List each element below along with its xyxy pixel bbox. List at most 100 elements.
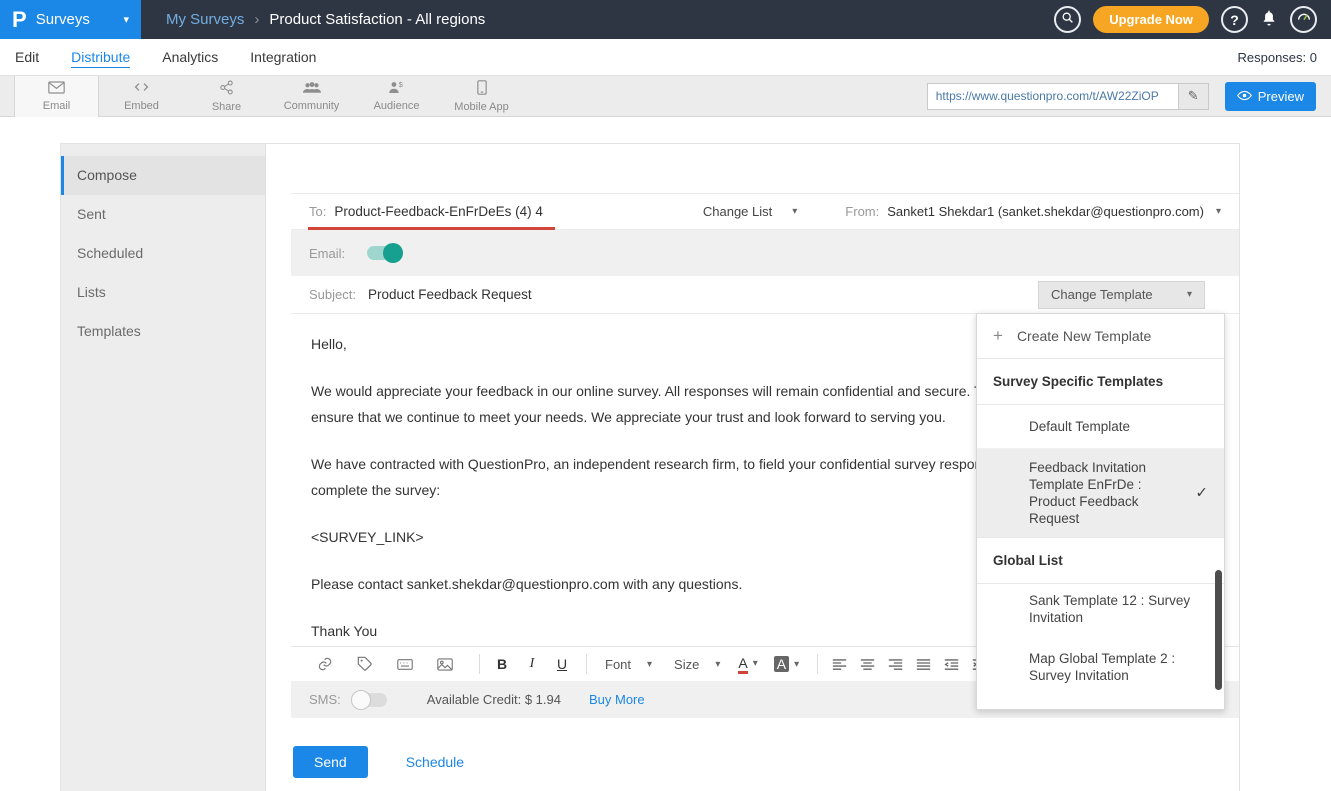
preview-button[interactable]: Preview [1225, 82, 1316, 111]
send-button[interactable]: Send [293, 746, 368, 778]
dropdown-scrollbar-thumb[interactable] [1215, 570, 1222, 690]
to-list-selector[interactable]: To: Product-Feedback-EnFrDeEs (4) 4 [309, 194, 543, 229]
share-icon [219, 80, 234, 98]
survey-url-box: ✎ [927, 83, 1209, 110]
create-new-template-item[interactable]: + Create New Template [977, 314, 1224, 359]
channel-tab-email[interactable]: Email [14, 76, 99, 117]
template-item-feedback-invitation[interactable]: Feedback Invitation Template EnFrDe : Pr… [977, 449, 1224, 537]
tab-edit[interactable]: Edit [15, 47, 39, 68]
subject-label: Subject: [309, 287, 356, 302]
email-toggle[interactable] [367, 246, 401, 260]
sidebar-item-compose[interactable]: Compose [61, 156, 265, 195]
embed-code-icon [133, 80, 150, 97]
bold-button[interactable]: B [494, 656, 510, 672]
global-list-header: Global List [977, 537, 1224, 584]
email-toggle-label: Email: [309, 246, 355, 261]
font-family-select[interactable]: Font ▾ [605, 657, 652, 672]
tab-integration[interactable]: Integration [250, 47, 316, 68]
channel-tab-share[interactable]: Share [184, 76, 269, 117]
from-label: From: [845, 204, 879, 219]
email-toggle-row: Email: [291, 230, 1239, 276]
channel-tab-community[interactable]: Community [269, 76, 354, 117]
from-value: Sanket1 Shekdar1 (sanket.shekdar@questio… [887, 204, 1204, 219]
upgrade-now-button[interactable]: Upgrade Now [1093, 6, 1209, 33]
topbar-actions: Upgrade Now ? [1054, 6, 1331, 33]
to-label: To: [309, 204, 326, 219]
eye-icon [1237, 89, 1252, 104]
background-color-button[interactable]: A ▾ [774, 656, 799, 672]
sidebar-item-lists[interactable]: Lists [61, 273, 265, 312]
underline-button[interactable]: U [554, 656, 570, 672]
chevron-down-icon: ▾ [753, 658, 758, 669]
toolbar-divider [817, 654, 818, 674]
chevron-down-icon: ▾ [794, 659, 799, 670]
responses-count: Responses: 0 [1238, 50, 1318, 65]
usage-meter-button[interactable] [1290, 6, 1317, 33]
search-button[interactable] [1054, 6, 1081, 33]
chevron-down-icon: ▾ [647, 659, 652, 670]
survey-templates-header: Survey Specific Templates [977, 359, 1224, 405]
outdent-button[interactable] [944, 658, 959, 671]
product-switcher[interactable]: P Surveys ▾ [0, 0, 141, 39]
sidebar-item-scheduled[interactable]: Scheduled [61, 234, 265, 273]
notifications-button[interactable] [1260, 9, 1278, 30]
chevron-down-icon: ▾ [123, 13, 129, 26]
top-bar: P Surveys ▾ My Surveys › Product Satisfa… [0, 0, 1331, 39]
search-icon [1061, 11, 1074, 29]
font-size-select[interactable]: Size ▾ [674, 657, 720, 672]
insert-tag-button[interactable] [357, 656, 373, 672]
align-right-button[interactable] [888, 658, 903, 671]
merge-field-button[interactable] [397, 658, 413, 671]
template-item-sank-12[interactable]: Sank Template 12 : Survey Invitation [977, 584, 1224, 634]
template-item-test-global[interactable]: Test Global Test G : Test PAA G [977, 700, 1224, 710]
insert-link-button[interactable] [317, 656, 333, 672]
sms-toggle[interactable] [353, 693, 387, 707]
pencil-icon: ✎ [1188, 88, 1199, 104]
align-justify-button[interactable] [916, 658, 931, 671]
sidebar-item-templates[interactable]: Templates [61, 312, 265, 351]
italic-button[interactable]: I [524, 656, 540, 672]
distribute-channel-bar: Email Embed Share Community $ Audience [0, 76, 1331, 117]
schedule-link[interactable]: Schedule [406, 754, 464, 770]
chevron-down-icon: ▾ [1187, 289, 1192, 300]
email-sidebar: Compose Sent Scheduled Lists Templates [61, 144, 266, 791]
template-item-default[interactable]: Default Template [977, 405, 1224, 449]
tab-distribute[interactable]: Distribute [71, 47, 130, 68]
channel-tab-mobile-app[interactable]: Mobile App [439, 76, 524, 117]
align-left-button[interactable] [832, 658, 847, 671]
recipient-row: To: Product-Feedback-EnFrDeEs (4) 4 Chan… [291, 193, 1239, 230]
questionpro-logo: P [12, 7, 27, 33]
sidebar-item-sent[interactable]: Sent [61, 195, 265, 234]
help-button[interactable]: ? [1221, 6, 1248, 33]
edit-url-button[interactable]: ✎ [1178, 84, 1208, 109]
plus-icon: + [993, 329, 1003, 343]
from-selector[interactable]: From: Sanket1 Shekdar1 (sanket.shekdar@q… [845, 204, 1221, 219]
text-color-button[interactable]: A ▾ [738, 655, 757, 674]
subject-row: Subject: Product Feedback Request Change… [291, 276, 1239, 314]
buy-more-link[interactable]: Buy More [589, 692, 645, 707]
breadcrumb: My Surveys › Product Satisfaction - All … [166, 11, 485, 28]
template-item-map-global-2[interactable]: Map Global Template 2 : Survey Invitatio… [977, 642, 1224, 692]
available-credit: Available Credit: $ 1.94 [427, 692, 561, 707]
breadcrumb-separator-icon: › [254, 11, 259, 28]
subject-input[interactable]: Product Feedback Request [368, 287, 532, 302]
page-title: Product Satisfaction - All regions [269, 11, 485, 28]
chevron-down-icon: ▾ [1216, 206, 1221, 217]
tab-analytics[interactable]: Analytics [162, 47, 218, 68]
breadcrumb-my-surveys[interactable]: My Surveys [166, 11, 244, 28]
survey-nav-tabs: Edit Distribute Analytics Integration [15, 47, 316, 68]
insert-image-button[interactable] [437, 658, 453, 671]
survey-url-input[interactable] [928, 84, 1178, 109]
change-template-button[interactable]: Change Template ▾ [1038, 281, 1205, 309]
compose-actions: Send Schedule [291, 746, 1239, 778]
survey-link-tools: ✎ Preview [927, 82, 1316, 111]
change-list-button[interactable]: Change List ▾ [703, 204, 797, 219]
global-template-list: Sank Template 12 : Survey Invitation Map… [977, 584, 1224, 710]
survey-nav-bar: Edit Distribute Analytics Integration Re… [0, 39, 1331, 76]
channel-tab-audience[interactable]: $ Audience [354, 76, 439, 117]
chevron-down-icon: ▾ [792, 206, 797, 217]
align-center-button[interactable] [860, 658, 875, 671]
svg-text:$: $ [399, 80, 404, 89]
channel-tab-embed[interactable]: Embed [99, 76, 184, 117]
product-menu-label: Surveys [36, 11, 90, 28]
